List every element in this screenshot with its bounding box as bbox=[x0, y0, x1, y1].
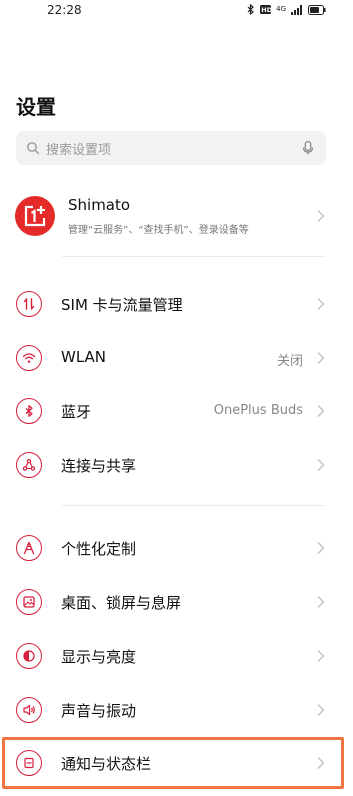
network-type-label: 4G bbox=[276, 5, 286, 13]
search-icon bbox=[27, 142, 40, 155]
settings-item-label: 蓝牙 bbox=[61, 403, 92, 421]
settings-item-bluetooth[interactable]: 蓝牙 OnePlus Buds bbox=[0, 386, 353, 436]
settings-item-label: 个性化定制 bbox=[61, 540, 137, 558]
microphone-icon[interactable] bbox=[300, 140, 316, 156]
settings-item-display-brightness[interactable]: 显示与亮度 bbox=[0, 631, 353, 681]
share-icon bbox=[16, 452, 42, 478]
settings-item-personalize[interactable]: 个性化定制 bbox=[0, 523, 353, 573]
account-row[interactable]: Shimato 管理“云服务”、“查找手机”、登录设备等 bbox=[0, 190, 353, 242]
settings-item-connection-sharing[interactable]: 连接与共享 bbox=[0, 440, 353, 490]
search-placeholder: 搜索设置项 bbox=[46, 142, 112, 158]
settings-item-value: 关闭 bbox=[276, 354, 303, 369]
chevron-right-icon bbox=[317, 595, 325, 609]
account-name: Shimato bbox=[68, 196, 131, 214]
avatar bbox=[15, 196, 55, 236]
sim-icon bbox=[16, 291, 42, 317]
settings-item-label: 连接与共享 bbox=[61, 457, 137, 475]
signal-icon bbox=[291, 4, 302, 15]
status-icons: HD 4G bbox=[246, 4, 326, 15]
chevron-right-icon bbox=[317, 209, 325, 223]
chevron-right-icon bbox=[317, 458, 325, 472]
highlight-box bbox=[2, 737, 344, 789]
settings-item-wlan[interactable]: WLAN 关闭 bbox=[0, 333, 353, 383]
settings-item-sim[interactable]: SIM 卡与流量管理 bbox=[0, 279, 353, 329]
settings-item-sound-vibration[interactable]: 声音与振动 bbox=[0, 685, 353, 735]
settings-item-label: 桌面、锁屏与息屏 bbox=[61, 594, 182, 612]
bluetooth-icon bbox=[16, 398, 42, 424]
page-title: 设置 bbox=[16, 95, 56, 119]
settings-item-label: WLAN bbox=[61, 348, 107, 366]
chevron-right-icon bbox=[317, 351, 325, 365]
settings-item-wallpaper[interactable]: 桌面、锁屏与息屏 bbox=[0, 577, 353, 627]
wifi-icon bbox=[16, 345, 42, 371]
svg-text:HD: HD bbox=[261, 6, 271, 14]
battery-icon bbox=[308, 4, 326, 15]
sound-icon bbox=[16, 697, 42, 723]
chevron-right-icon bbox=[317, 649, 325, 663]
wallpaper-icon bbox=[16, 589, 42, 615]
search-input[interactable]: 搜索设置项 bbox=[16, 131, 326, 165]
brightness-icon bbox=[16, 643, 42, 669]
bluetooth-status-icon bbox=[247, 4, 255, 15]
settings-item-label: 显示与亮度 bbox=[61, 648, 137, 666]
chevron-right-icon bbox=[317, 404, 325, 418]
chevron-right-icon bbox=[317, 541, 325, 555]
divider bbox=[62, 256, 326, 257]
settings-item-label: 声音与振动 bbox=[61, 702, 137, 720]
chevron-right-icon bbox=[317, 703, 325, 717]
hd-icon: HD bbox=[260, 5, 272, 14]
settings-item-value: OnePlus Buds bbox=[213, 403, 303, 418]
chevron-right-icon bbox=[317, 297, 325, 311]
personalize-icon bbox=[16, 535, 42, 561]
status-bar: 22:28 HD 4G bbox=[0, 0, 353, 24]
oneplus-logo-icon bbox=[24, 205, 46, 227]
status-time: 22:28 bbox=[47, 3, 82, 17]
settings-item-label: SIM 卡与流量管理 bbox=[61, 296, 183, 314]
divider bbox=[62, 505, 326, 506]
account-subtitle: 管理“云服务”、“查找手机”、登录设备等 bbox=[68, 225, 249, 236]
